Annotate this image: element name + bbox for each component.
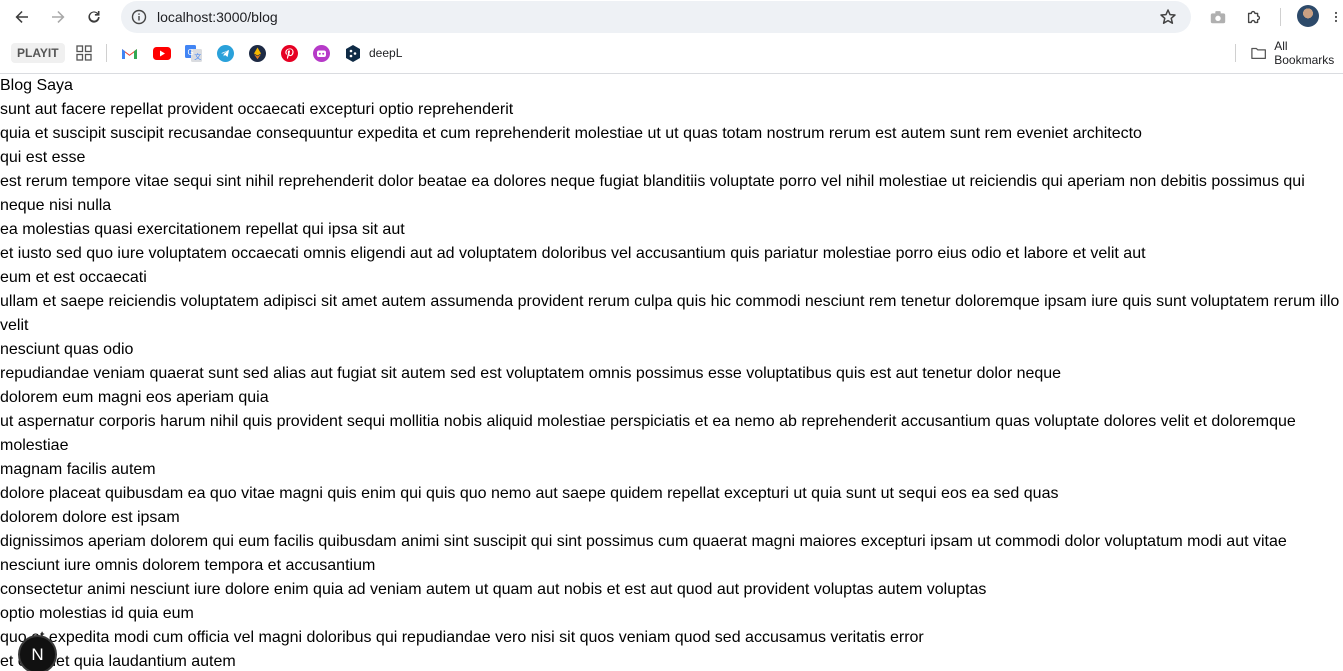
page-title: Blog Saya: [0, 77, 73, 94]
deepl-icon: [346, 44, 360, 62]
site-info-icon[interactable]: [131, 9, 147, 25]
post-body: ullam et saepe reiciendis voluptatem adi…: [0, 293, 1340, 334]
translate-icon[interactable]: G文: [185, 43, 202, 63]
post-body: ut aspernatur corporis harum nihil quis …: [0, 413, 1296, 454]
bookmark-deepl-label: deepL: [369, 46, 403, 60]
nextjs-dev-badge[interactable]: N: [18, 635, 57, 671]
bookmark-star-icon[interactable]: [1159, 8, 1177, 26]
bookmarks-bar: PLAYIT G文 deepL All Bookmarks: [0, 34, 1343, 72]
menu-kebab-icon[interactable]: [1330, 7, 1342, 27]
arrow-left-icon: [15, 11, 28, 23]
post-title: qui est esse: [0, 149, 86, 166]
nextjs-badge-label: N: [31, 644, 44, 664]
ethereum-icon[interactable]: [249, 43, 266, 63]
page-content: Blog Saya sunt aut facere repellat provi…: [0, 74, 1343, 671]
forward-button[interactable]: [45, 4, 71, 30]
bookmarks-separator: [106, 44, 107, 62]
reload-button[interactable]: [81, 4, 107, 30]
all-bookmarks-folder[interactable]: All Bookmarks: [1251, 39, 1343, 67]
arrow-right-icon: [52, 11, 65, 23]
svg-text:文: 文: [194, 52, 201, 61]
extensions-icon[interactable]: [1244, 7, 1264, 27]
browser-toolbar: localhost:3000/blog: [0, 0, 1343, 34]
svg-text:G: G: [188, 48, 194, 57]
post-body: repudiandae veniam quaerat sunt sed alia…: [0, 365, 1062, 382]
bookmark-deepl[interactable]: deepL: [345, 43, 402, 63]
bookmarks-separator-right: [1235, 44, 1236, 62]
post-body: est rerum tempore vitae sequi sint nihil…: [0, 173, 1305, 214]
url-text[interactable]: localhost:3000/blog: [157, 9, 278, 25]
post-title: dolorem eum magni eos aperiam quia: [0, 389, 269, 406]
post-title: magnam facilis autem: [0, 461, 156, 478]
post-title: nesciunt quas odio: [0, 341, 134, 358]
post-body: quo et expedita modi cum officia vel mag…: [0, 629, 924, 646]
gmail-icon[interactable]: [121, 43, 138, 63]
telegram-icon[interactable]: [217, 43, 234, 63]
post-body: et iusto sed quo iure voluptatem occaeca…: [0, 245, 1146, 262]
back-button[interactable]: [9, 4, 35, 30]
post-body: dolore placeat quibusdam ea quo vitae ma…: [0, 485, 1059, 502]
post-title: nesciunt iure omnis dolorem tempora et a…: [0, 557, 376, 574]
profile-avatar[interactable]: [1297, 5, 1319, 27]
post-body: dignissimos aperiam dolorem qui eum faci…: [0, 533, 1287, 550]
post-title: optio molestias id quia eum: [0, 605, 194, 622]
bookmark-playit[interactable]: PLAYIT: [11, 43, 65, 63]
camera-icon[interactable]: [1208, 7, 1228, 27]
folder-icon: [1251, 47, 1266, 60]
reload-icon: [88, 11, 100, 23]
all-bookmarks-label: All Bookmarks: [1274, 39, 1335, 67]
post-body: quia et suscipit suscipit recusandae con…: [0, 125, 1142, 142]
toolbar-separator: [1280, 8, 1281, 26]
youtube-icon[interactable]: [153, 43, 171, 63]
address-bar[interactable]: localhost:3000/blog: [121, 1, 1191, 33]
post-body: consectetur animi nesciunt iure dolore e…: [0, 581, 987, 598]
post-title: ea molestias quasi exercitationem repell…: [0, 221, 405, 238]
post-title: et eveniet quia laudantium autem: [0, 653, 236, 670]
apps-grid-icon[interactable]: [76, 43, 92, 63]
post-title: eum et est occaecati: [0, 269, 147, 286]
bookmark-playit-label: PLAYIT: [17, 46, 59, 60]
discord-like-icon[interactable]: [313, 43, 330, 63]
post-title: sunt aut facere repellat provident occae…: [0, 101, 514, 118]
post-title: dolorem dolore est ipsam: [0, 509, 180, 526]
pinterest-icon[interactable]: [281, 43, 298, 63]
